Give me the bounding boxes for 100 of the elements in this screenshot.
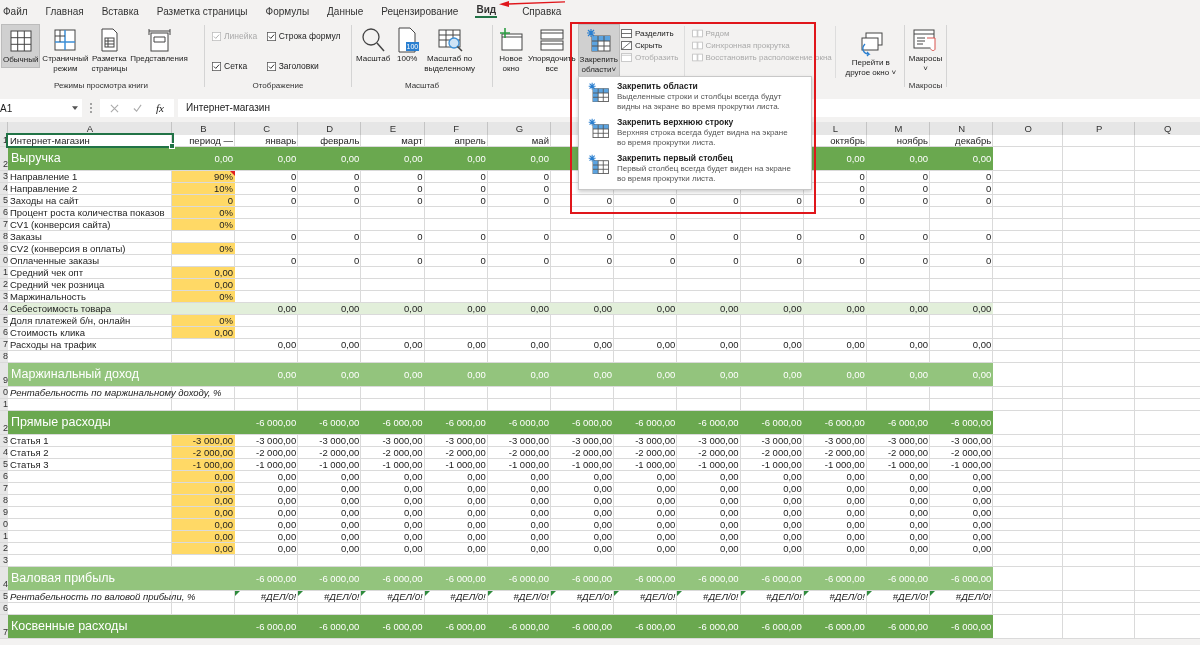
zoom-button[interactable]: Масштаб [355,24,392,66]
table-cell-text: 0,00 [845,471,866,482]
column-header[interactable]: L [832,123,838,134]
ribbon-tab[interactable]: Главная [36,6,93,18]
table-cell: -6 000,00 [824,621,865,632]
row-number[interactable]: 2 [0,543,8,554]
row-number[interactable]: 9 [0,363,8,386]
row-number[interactable]: 3 [0,171,8,182]
fill-handle[interactable] [169,143,175,149]
view-button[interactable]: Страничный режим [41,24,90,76]
row-number[interactable]: 1 [0,531,8,542]
table-cell-text: -2 000,00 [570,447,614,458]
checkbox[interactable]: Строка формул [266,31,344,41]
view-button[interactable]: Разметка страницы [90,24,129,76]
column-header[interactable]: F [453,123,460,134]
row-number[interactable]: 5 [0,195,8,206]
row-number[interactable]: 6 [0,603,8,614]
row-number[interactable]: 3 [0,555,8,566]
zoom-button[interactable]: Масштаб по выделенному [423,24,477,76]
table-cell: 0,00 [467,303,486,314]
row-number[interactable]: 3 [0,435,8,446]
row-number[interactable]: 2 [0,411,8,434]
table-cell-text: 0,00 [466,519,487,530]
ribbon-tab[interactable]: Рецензирование [372,6,468,18]
ribbon-tab[interactable]: Разметка страницы [147,6,257,18]
view-button[interactable]: Представления [129,24,189,66]
row-number[interactable]: 6 [0,471,8,482]
ribbon-tab[interactable]: Формулы [256,6,319,18]
row-number[interactable]: 8 [0,351,8,362]
column-header[interactable]: C [263,123,271,134]
window-button[interactable]: Новое окно [496,24,526,76]
insert-function-button[interactable]: fx [156,102,164,114]
close-icon[interactable] [110,103,119,113]
checkbox[interactable]: Сетка [212,61,261,71]
table-cell: 0,00 [593,303,613,314]
row-number[interactable]: 0 [0,387,8,398]
row-number[interactable]: 6 [0,327,8,338]
table-cell-text: 0 [795,231,803,242]
row-number[interactable]: 1 [0,267,8,278]
view-button[interactable]: Обычный [1,24,41,68]
row-number[interactable]: 4 [0,567,8,590]
window-button[interactable]: Закрепить области˅ [577,24,620,78]
window-option[interactable]: Скрыть [620,41,679,50]
column-header[interactable]: E [389,123,397,134]
row-number[interactable]: 4 [0,303,8,314]
row-number[interactable]: 6 [0,207,8,218]
row-number[interactable]: 7 [0,483,8,494]
row-number[interactable]: 4 [0,183,8,194]
column-header[interactable]: M [894,123,903,134]
table-cell-text: -2 000,00 [444,447,487,458]
row-number[interactable]: 9 [0,243,8,254]
column-header[interactable]: D [326,123,334,134]
table-cell-text: 0 [479,255,487,266]
row-number[interactable]: 3 [0,291,8,302]
column-header[interactable]: O [1024,123,1032,134]
column-header[interactable]: G [515,123,524,134]
macros-button[interactable]: Макросы ˅ [907,24,944,76]
column-header[interactable]: N [958,123,966,134]
window-option[interactable]: Разделить [620,29,679,38]
row-number[interactable]: 5 [0,459,8,470]
ribbon-tab[interactable]: Справка [513,6,571,18]
name-box[interactable]: A1 [0,99,82,117]
row-number[interactable]: 5 [0,591,8,602]
table-cell: Выручка [11,151,61,165]
switch-windows-button[interactable]: Перейти в другое окно ˅ [840,24,901,80]
check-icon[interactable] [133,103,142,113]
ribbon-tab[interactable]: Файл [0,6,37,18]
column-header[interactable]: B [200,123,207,134]
row-number[interactable]: 2 [0,279,8,290]
column-header[interactable]: A [86,123,94,134]
table-cell-text: Направление 1 [9,171,79,182]
row-number[interactable]: 8 [0,495,8,506]
row-number[interactable]: 0 [0,255,8,266]
row-number[interactable]: 5 [0,315,8,326]
menu-item[interactable]: Закрепить первый столбец Первый столбец всегда будет виден на экране во время прокрутки листа. [579,151,811,187]
table-cell: 0,00 [467,153,486,164]
table-cell: 0,00 [593,369,613,380]
menu-item[interactable]: Закрепить верхнюю строку Верхняя строка всегда будет видна на экране во время прокрутки листа. [579,115,811,151]
row-number[interactable]: 9 [0,507,8,518]
row-number[interactable]: 1 [0,399,8,410]
ribbon-tab[interactable]: Вид [475,4,498,18]
ribbon-tab[interactable]: Данные [318,6,373,18]
row-number[interactable]: 0 [0,519,8,530]
row-number[interactable]: 2 [0,147,8,170]
ribbon-tab[interactable]: Вставка [92,6,148,18]
row-number[interactable]: 8 [0,231,8,242]
row-number[interactable]: 7 [0,219,8,230]
row-number[interactable]: 4 [0,447,8,458]
table-cell: -6 000,00 [698,621,739,632]
checkbox[interactable]: Заголовки [266,61,344,71]
table-cell-text: 0,00 [592,507,614,518]
column-header[interactable]: Q [1163,123,1172,134]
freeze-panes-icon [584,27,613,55]
row-number[interactable]: 7 [0,339,8,350]
table-cell-text: 0 [669,195,677,206]
split-icon [620,29,632,38]
row-number[interactable]: 7 [0,615,8,638]
table-cell-text: 0,00 [655,471,677,482]
column-header[interactable]: P [1096,123,1103,134]
table-cell: #ДЕЛ/0! [614,591,678,602]
